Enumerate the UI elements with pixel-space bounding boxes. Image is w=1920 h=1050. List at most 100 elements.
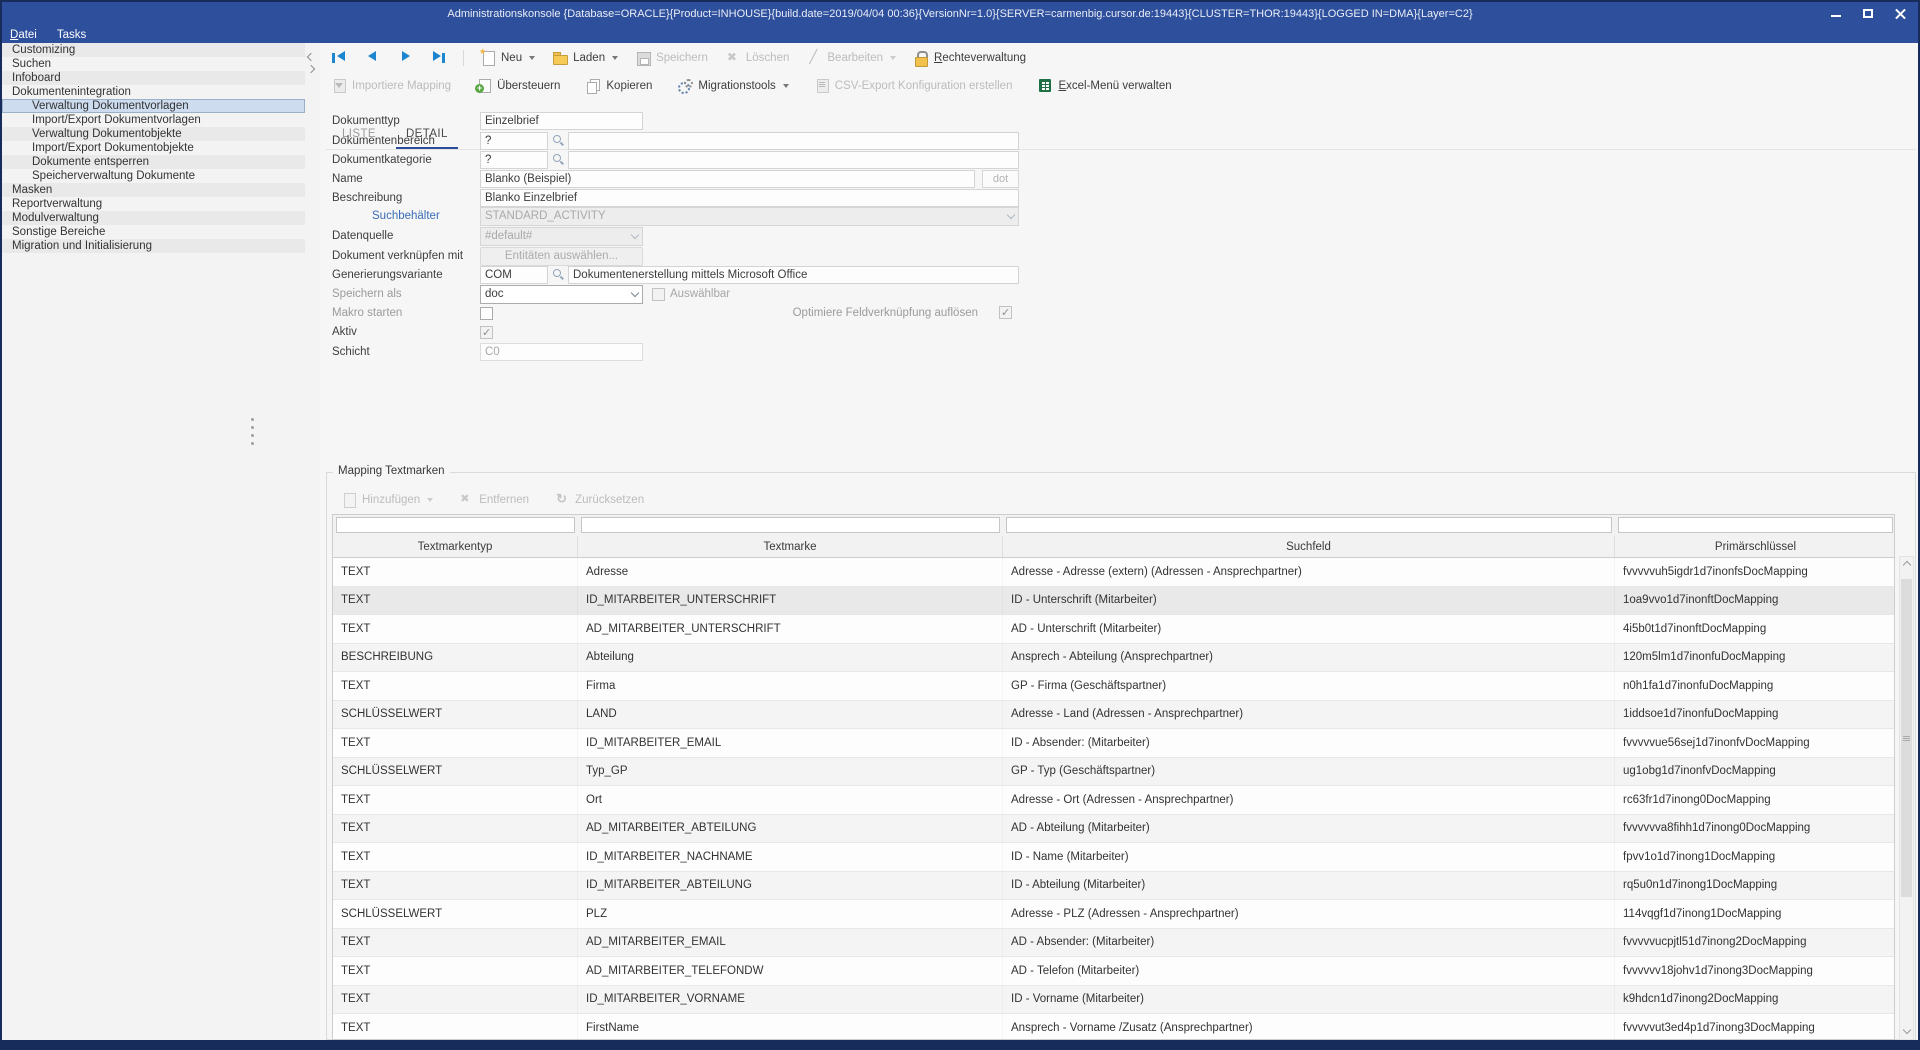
column-header[interactable]: Textmarke [578,536,1003,557]
table-row[interactable]: TEXTAD_MITARBEITER_UNTERSCHRIFTAD - Unte… [333,615,1894,644]
column-filter-input[interactable] [581,517,1000,533]
menu-tasks[interactable]: Tasks [57,29,86,41]
suchbehaelter-label[interactable]: Suchbehälter [332,210,480,222]
column-filter-input[interactable] [336,517,575,533]
migrationstools-button[interactable]: Migrationstools [672,77,794,95]
table-row[interactable]: TEXTID_MITARBEITER_VORNAMEID - Vorname (… [333,986,1894,1015]
column-filter-input[interactable] [1618,517,1893,533]
lookup-magnifier-icon[interactable] [551,152,565,168]
optimiere-checkbox [999,306,1012,319]
sidebar-item[interactable]: Import/Export Dokumentobjekte [2,141,305,155]
kopieren-button[interactable]: Kopieren [580,77,658,95]
makro-starten-checkbox[interactable] [480,307,493,320]
datenquelle-select: #default# [480,227,643,246]
close-button[interactable] [1888,4,1912,22]
table-row[interactable]: TEXTAD_MITARBEITER_EMAILAD - Absender: (… [333,929,1894,958]
generierungsvariante-text-input[interactable] [568,266,1019,284]
filter-cell [333,515,578,536]
column-header[interactable]: Primärschlüssel [1615,536,1895,557]
sidebar-item[interactable]: Sonstige Bereiche [2,225,305,239]
dokumentkategorie-code-input[interactable] [480,151,548,169]
sidebar-item[interactable]: Masken [2,183,305,197]
table-scrollbar[interactable] [1899,556,1914,1040]
column-header[interactable]: Suchfeld [1003,536,1615,557]
beschreibung-input[interactable] [480,189,1019,207]
lookup-magnifier-icon[interactable] [551,267,565,283]
table-row[interactable]: TEXTID_MITARBEITER_NACHNAMEID - Name (Mi… [333,843,1894,872]
minimize-button[interactable] [1824,4,1848,22]
sidebar-item[interactable]: Import/Export Dokumentvorlagen [2,113,305,127]
sidebar-item[interactable]: Verwaltung Dokumentobjekte [2,127,305,141]
table-cell: fvvvvvue56sej1d7inonfvDocMapping [1615,729,1895,757]
maximize-button[interactable] [1856,4,1880,22]
auswaehlbar-checkbox [652,288,665,301]
table-row[interactable]: SCHLÜSSELWERTTyp_GPGP - Typ (Geschäftspa… [333,758,1894,787]
dokumentenbereich-text-input[interactable] [568,132,1019,150]
sidebar-item[interactable]: Dokumentenintegration [2,85,305,99]
column-header[interactable]: Textmarkentyp [333,536,578,557]
dokumenttyp-input[interactable] [480,112,643,130]
form-row-generierungsvariante: Generierungsvariante [332,265,1332,285]
sidebar-item[interactable]: Migration und Initialisierung [2,239,305,253]
menu-datei[interactable]: Datei [10,29,37,41]
table-row[interactable]: TEXTAD_MITARBEITER_TELEFONDWAD - Telefon… [333,957,1894,986]
table-cell: Adresse - Adresse (extern) (Adressen - A… [1003,558,1615,586]
table-row[interactable]: TEXTFirstNameAnsprech - Vorname /Zusatz … [333,1014,1894,1040]
scrollbar-thumb[interactable] [1901,579,1912,897]
speichern-als-select[interactable]: doc [480,285,643,304]
lookup-magnifier-icon[interactable] [551,133,565,149]
table-row[interactable]: SCHLÜSSELWERTLANDAdresse - Land (Adresse… [333,701,1894,730]
table-row[interactable]: TEXTID_MITARBEITER_EMAILID - Absender: (… [333,729,1894,758]
datenquelle-value: #default# [485,230,532,242]
table-cell: Firma [578,672,1003,700]
speichern-als-label: Speichern als [332,288,480,300]
button-label: Zurücksetzen [575,494,644,506]
button-label: Löschen [746,52,789,64]
nav-last-button[interactable] [425,49,452,67]
dokumentenbereich-label: Dokumentenbereich [332,135,480,147]
dokumentkategorie-text-input[interactable] [568,151,1019,169]
sidebar-item[interactable]: Reportverwaltung [2,197,305,211]
excel-menu-button[interactable]: Excel-Menü verwalten [1032,77,1177,95]
table-cell: SCHLÜSSELWERT [333,758,578,786]
sidebar-item[interactable]: Customizing [2,43,305,57]
dokumentenbereich-code-input[interactable] [480,132,548,150]
verknuepfen-label: Dokument verknüpfen mit [332,250,480,262]
table-cell: TEXT [333,815,578,843]
scroll-down-icon[interactable] [1900,1024,1913,1039]
aktiv-checkbox [480,326,493,339]
table-row[interactable]: TEXTID_MITARBEITER_UNTERSCHRIFTID - Unte… [333,587,1894,616]
titlebar: Administrationskonsole {Database=ORACLE}… [2,2,1918,26]
nav-previous-button[interactable] [359,49,386,67]
uebersteuern-button[interactable]: Übersteuern [471,77,566,95]
column-filter-input[interactable] [1006,517,1612,533]
sidebar-item[interactable]: Speicherverwaltung Dokumente [2,169,305,183]
table-cell: fvvvvvva8fihh1d7inong0DocMapping [1615,815,1895,843]
table-row[interactable]: TEXTOrtAdresse - Ort (Adressen - Ansprec… [333,786,1894,815]
neu-button[interactable]: Neu [475,49,541,67]
entitaeten-auswaehlen-button: Entitäten auswählen... [480,247,643,266]
rechteverwaltung-button[interactable]: Rechteverwaltung [908,49,1032,67]
table-row[interactable]: SCHLÜSSELWERTPLZAdresse - PLZ (Adressen … [333,900,1894,929]
table-row[interactable]: TEXTAD_MITARBEITER_ABTEILUNGAD - Abteilu… [333,815,1894,844]
table-row[interactable]: TEXTAdresseAdresse - Adresse (extern) (A… [333,558,1894,587]
sidebar-item[interactable]: Verwaltung Dokumentvorlagen [2,99,305,113]
sidebar-item[interactable]: Infoboard [2,71,305,85]
sidebar-item[interactable]: Suchen [2,57,305,71]
table-row[interactable]: TEXTFirmaGP - Firma (Geschäftspartner)n0… [333,672,1894,701]
table-cell: Abteilung [578,644,1003,672]
window-controls [1824,4,1912,22]
sidebar-item[interactable]: Dokumente entsperren [2,155,305,169]
table-cell: fvvvvvucpjtl51d7inong2DocMapping [1615,929,1895,957]
nav-next-button[interactable] [392,49,419,67]
name-input[interactable] [480,170,975,188]
generierungsvariante-code-input[interactable] [480,266,548,284]
table-row[interactable]: TEXTID_MITARBEITER_ABTEILUNGID - Abteilu… [333,872,1894,901]
laden-button[interactable]: Laden [547,49,624,67]
button-label: Excel-Menü verwalten [1058,80,1171,92]
splitter-grip[interactable] [251,418,254,448]
nav-first-button[interactable] [326,49,353,67]
table-row[interactable]: BESCHREIBUNGAbteilungAnsprech - Abteilun… [333,644,1894,673]
scroll-up-icon[interactable] [1900,557,1913,572]
sidebar-item[interactable]: Modulverwaltung [2,211,305,225]
